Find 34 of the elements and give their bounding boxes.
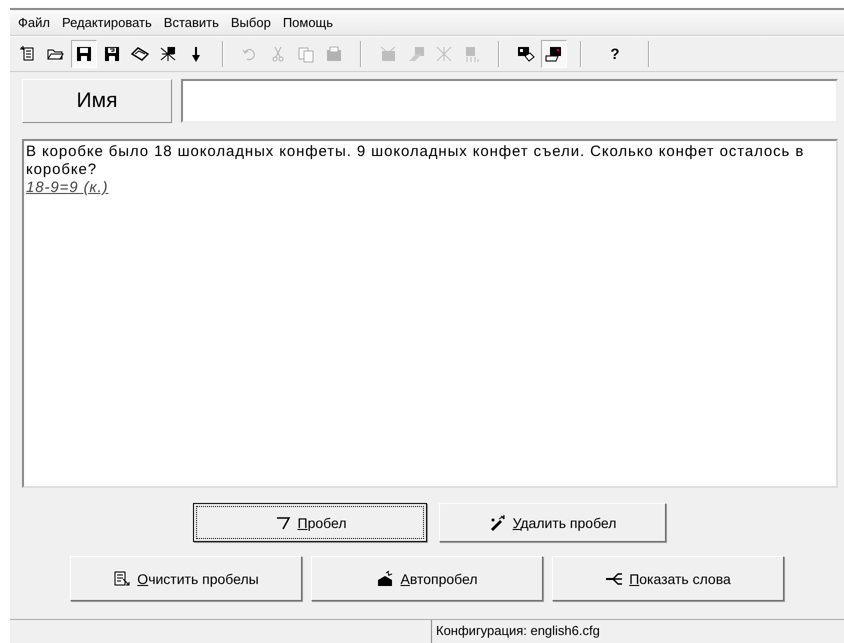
action-button[interactable]: Автопробел [311,556,543,601]
problem-text: В коробке было 18 шоколадных конфеты. 9 шоколадных конфет съели. Сколько конфет осталось в коробке? [26,143,806,179]
menu-item[interactable]: Файл [12,15,56,30]
toolbar-button[interactable] [71,40,97,68]
menu-item[interactable]: Выбор [224,15,277,30]
toolbar-icon [131,45,149,63]
toolbar-icon [517,45,535,63]
toolbar-icon [103,45,121,63]
action-button[interactable]: Очистить пробелы [70,556,302,601]
toolbar-icon [435,45,453,63]
toolbar-icon [325,45,343,63]
name-field[interactable] [181,79,838,123]
button-icon [376,570,394,588]
toolbar-button[interactable] [541,40,567,68]
menu-item[interactable]: Вставить [158,15,225,30]
help-button[interactable]: ? [595,40,635,68]
answer-text: 18-9=9 (к.) [26,179,110,197]
toolbar-icon [297,45,315,63]
action-button[interactable]: Удалить пробел [439,503,666,542]
button-icon [488,514,507,532]
toolbar-icon [379,45,397,63]
toolbar-icon [463,45,481,63]
toolbar-icon [407,45,425,63]
action-button[interactable]: Пробел [193,503,427,542]
menu-item[interactable]: Помощь [276,15,340,30]
toolbar-icon [159,45,177,63]
toolbar-icon [75,45,93,63]
menu-item[interactable]: Редактировать [56,15,158,30]
button-icon [113,570,132,588]
action-button[interactable]: Показать слова [552,556,784,601]
name-label: Имя [22,79,172,123]
status-text: Конфигурация: english6.cfg [431,620,604,643]
toolbar-icon [545,45,563,63]
text-editor[interactable]: В коробке было 18 шоколадных конфеты. 9 шоколадных конфет съели. Сколько конфет осталось в коробке? 18-9=9 (к.) [22,139,838,488]
